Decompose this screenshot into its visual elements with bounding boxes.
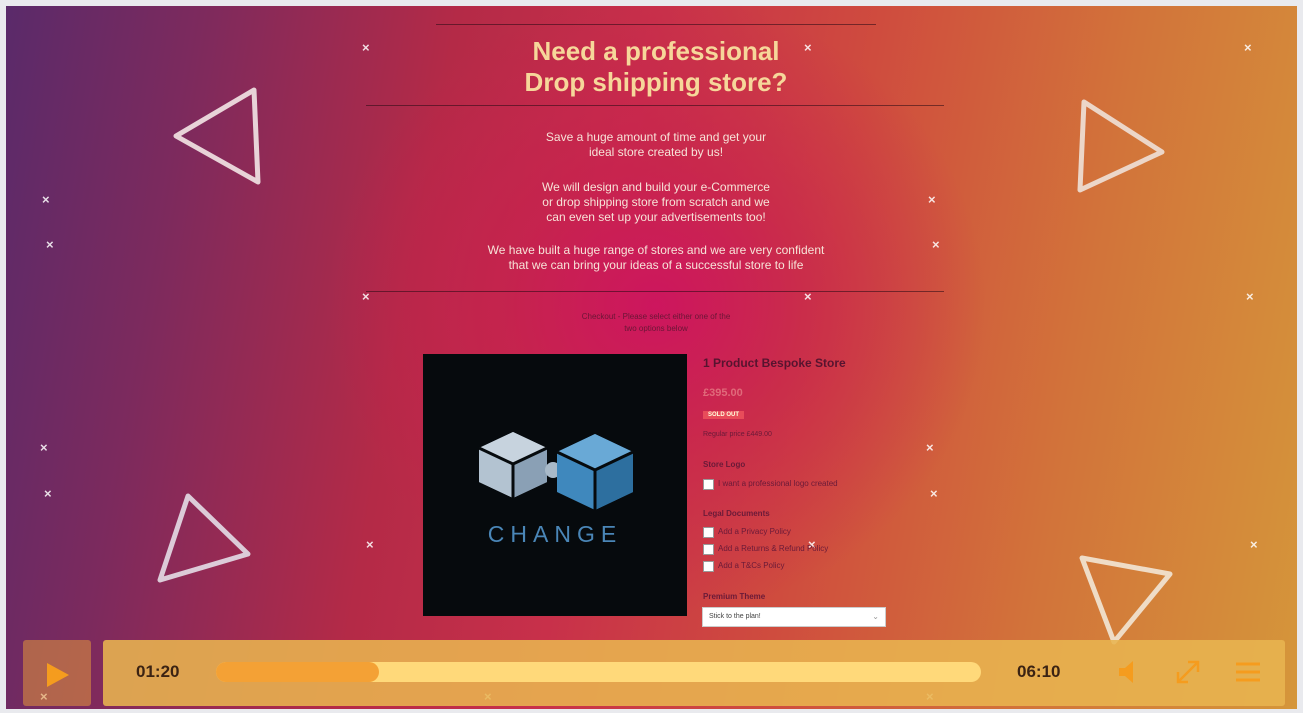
terms-policy-option: Add a T&Cs Policy [718,561,785,570]
divider [436,24,876,25]
play-icon [47,663,69,687]
refund-policy-option: Add a Returns & Refund Policy [718,544,829,553]
decor-cross: × [926,440,934,455]
product-image: CHANGE [423,354,687,616]
brand-text: CHANGE [487,521,623,547]
product-title: 1 Product Bespoke Store [703,356,846,370]
menu-icon[interactable] [1233,657,1263,687]
privacy-policy-option: Add a Privacy Policy [718,527,791,536]
play-button[interactable] [23,640,91,706]
refund-policy-checkbox[interactable] [703,544,714,555]
decor-cross: × [930,486,938,501]
decor-cross: × [1250,537,1258,552]
decor-cross: × [1246,289,1254,304]
current-time: 01:20 [136,662,180,681]
legal-documents-label: Legal Documents [703,509,770,518]
regular-price: Regular price £449.00 [703,431,772,438]
product-price: £395.00 [703,387,743,399]
divider [366,291,944,292]
services-paragraph: We will design and build your e-Commerce… [542,180,770,224]
progress-fill [216,662,379,682]
divider [366,105,944,106]
premium-theme-label: Premium Theme [703,592,766,601]
store-logo-option: I want a professional logo created [718,479,838,488]
decor-cross: × [362,40,370,55]
volume-icon[interactable] [1115,657,1145,687]
headline-line: Drop shipping store? [524,67,788,97]
video-stage[interactable]: × × × × × × × × × × × × × × × × × × × × … [6,6,1297,709]
sold-out-badge: SOLD OUT [703,411,744,419]
decor-cross: × [40,440,48,455]
privacy-policy-checkbox[interactable] [703,527,714,538]
decor-cross: × [46,237,54,252]
decor-cross: × [42,192,50,207]
triangle-up-icon [157,493,251,583]
decor-cross: × [928,192,936,207]
decor-cross: × [932,237,940,252]
chevron-down-icon: ⌄ [872,612,879,621]
store-logo-checkbox[interactable] [703,479,714,490]
confidence-paragraph: We have built a huge range of stores and… [487,243,825,272]
page-title: Need a professional Drop shipping store? [436,36,876,98]
theme-select[interactable]: Stick to the plan! ⌄ [702,607,886,627]
decor-cross: × [44,486,52,501]
progress-bar[interactable] [216,662,981,682]
player-controls: 01:20 06:10 [103,640,1285,706]
terms-policy-checkbox[interactable] [703,561,714,572]
decor-cross: × [1244,40,1252,55]
triangle-down-icon [1079,555,1173,645]
decor-cross: × [366,537,374,552]
intro-paragraph: Save a huge amount of time and get your … [545,130,767,159]
fullscreen-icon[interactable] [1173,657,1203,687]
total-time: 06:10 [1017,662,1061,681]
cube-logo-icon [478,432,634,510]
triangle-left-icon [173,87,261,185]
checkout-notice: Checkout - Please select either one of t… [581,312,731,333]
triangle-right-icon [1077,99,1165,193]
headline-line: Need a professional [532,36,780,66]
theme-select-value: Stick to the plan! [709,613,761,620]
store-logo-label: Store Logo [703,460,746,469]
